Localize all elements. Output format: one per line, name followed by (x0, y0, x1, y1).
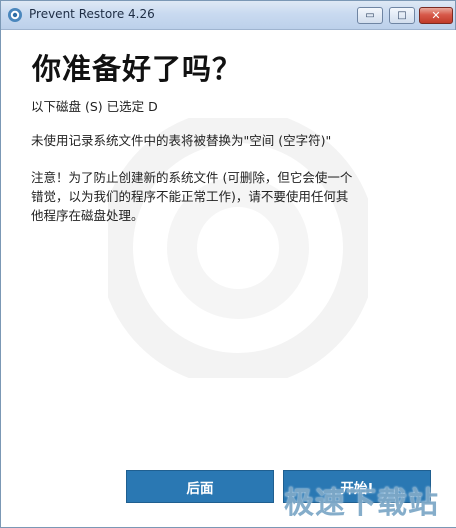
back-button[interactable]: 后面 (126, 470, 274, 503)
maximize-icon: □ (397, 9, 407, 21)
wizard-content: 你准备好了吗？ 以下磁盘 (S) 已选定 D 未使用记录系统文件中的表将被替换为… (2, 30, 456, 527)
page-title: 你准备好了吗？ (32, 52, 243, 86)
warning-text-line-1: 注意！为了防止创建新的系统文件 (可删除，但它会使一个 (31, 170, 353, 185)
warning-text-line-3: 他程序在磁盘处理。 (31, 208, 144, 223)
site-watermark: 极速下载站 (284, 486, 439, 521)
replace-description-text: 未使用记录系统文件中的表将被替换为"空间 (空字符)" (31, 133, 332, 148)
drive-selection-text: 以下磁盘 (S) 已选定 D (31, 99, 158, 114)
maximize-button[interactable]: □ (389, 7, 415, 24)
window-title: Prevent Restore 4.26 (29, 7, 155, 21)
minimize-icon: ▭ (365, 9, 375, 21)
close-icon: ✕ (431, 9, 441, 22)
warning-text-line-2: 错觉，以为我们的程序不能正常工作)，请不要使用任何其 (31, 189, 349, 204)
app-icon (8, 8, 22, 22)
title-bar[interactable]: Prevent Restore 4.26 ▭ □ ✕ (1, 1, 455, 30)
background-circle-icon (108, 118, 368, 378)
app-window: Prevent Restore 4.26 ▭ □ ✕ 你准备好了吗？ 以下磁盘 … (0, 0, 456, 528)
close-button[interactable]: ✕ (419, 7, 453, 24)
minimize-button[interactable]: ▭ (357, 7, 383, 24)
